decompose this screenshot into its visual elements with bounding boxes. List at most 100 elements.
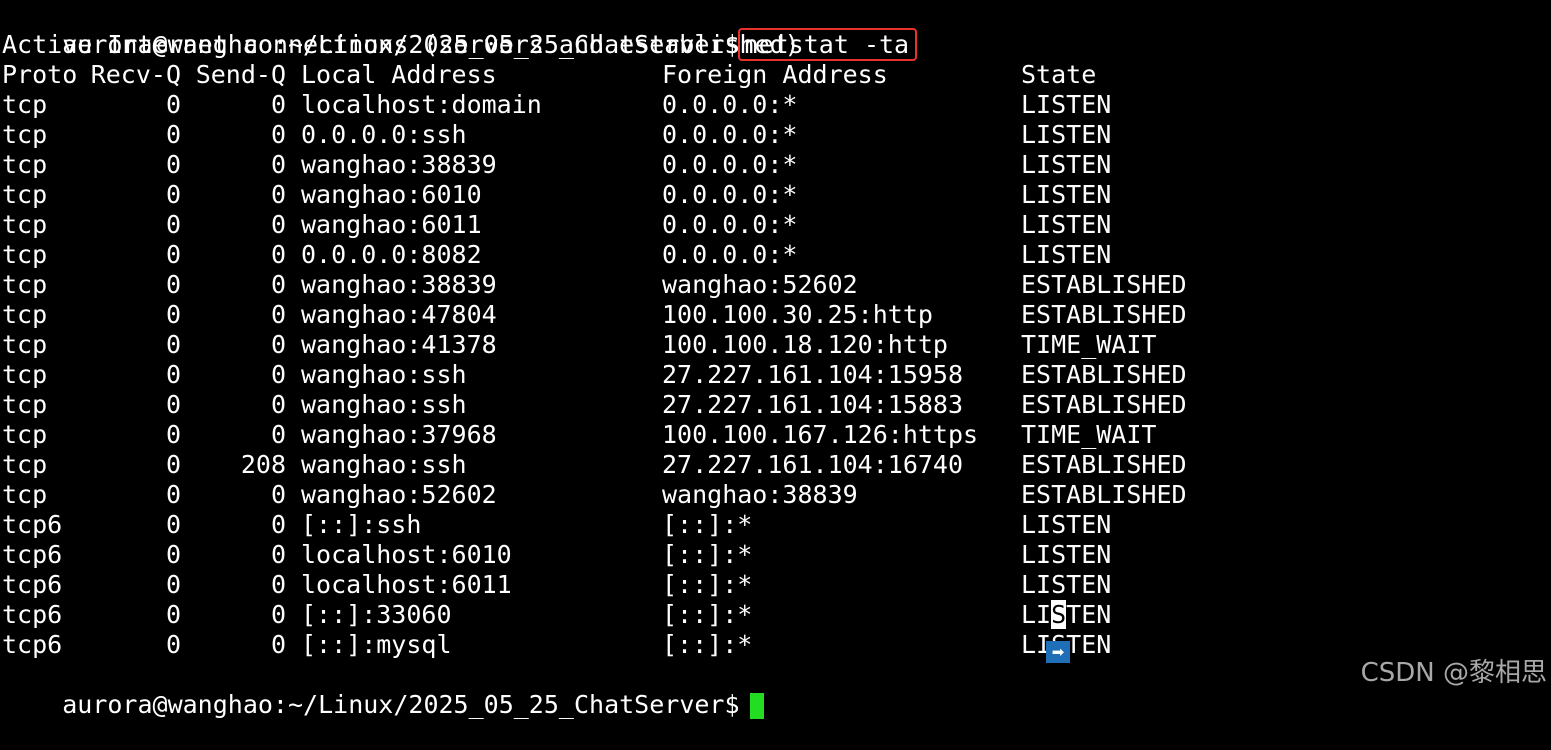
table-row: tcp 0 0 wanghao:38839 0.0.0.0:* LISTEN bbox=[2, 150, 1551, 180]
table-row: tcp6 0 0 [::]:33060 [::]:* LISTEN bbox=[2, 600, 1551, 630]
cell-foreign-address: [::]:* bbox=[662, 630, 753, 659]
cell-foreign-address: 27.227.161.104:16740 bbox=[662, 450, 964, 479]
cell-local-address: 0.0.0.0:ssh bbox=[301, 120, 467, 149]
cell-local-address: wanghao:37968 bbox=[301, 420, 497, 449]
cell-foreign-address: 0.0.0.0:* bbox=[662, 240, 798, 269]
cell-foreign-address: 0.0.0.0:* bbox=[662, 90, 798, 119]
cell-local-address: 0.0.0.0:8082 bbox=[301, 240, 482, 269]
table-row: tcp 0 0 wanghao:37968 100.100.167.126:https T… bbox=[2, 420, 1551, 450]
cell-local-address: wanghao:6010 bbox=[301, 180, 482, 209]
selected-character: S bbox=[1051, 600, 1067, 629]
csdn-watermark: CSDN @黎相思 bbox=[1360, 658, 1547, 688]
cell-foreign-address: 27.227.161.104:15883 bbox=[662, 390, 964, 419]
cell-send-q: 0 bbox=[270, 330, 286, 359]
cell-state: ESTABLISHED bbox=[1021, 480, 1187, 509]
cell-send-q: 0 bbox=[270, 180, 286, 209]
cell-state: LISTEN bbox=[1021, 510, 1112, 539]
cell-local-address: [::]:33060 bbox=[301, 600, 452, 629]
cell-send-q: 0 bbox=[270, 210, 286, 239]
cell-state: TIME_WAIT bbox=[1021, 420, 1157, 449]
cell-send-q: 0 bbox=[270, 90, 286, 119]
cell-foreign-address: [::]:* bbox=[662, 540, 753, 569]
table-row: tcp6 0 0 localhost:6011 [::]:* LISTEN bbox=[2, 570, 1551, 600]
table-row: tcp 0 0 localhost:domain 0.0.0.0:* LISTEN bbox=[2, 90, 1551, 120]
cell-send-q: 0 bbox=[270, 240, 286, 269]
cell-send-q: 0 bbox=[270, 600, 286, 629]
cell-state: LISTEN bbox=[1021, 540, 1112, 569]
cell-foreign-address: wanghao:52602 bbox=[662, 270, 858, 299]
cell-foreign-address: 100.100.167.126:https bbox=[662, 420, 979, 449]
cell-send-q: 0 bbox=[270, 300, 286, 329]
cell-local-address: localhost:6010 bbox=[301, 540, 512, 569]
table-row: tcp 0 0 wanghao:47804 100.100.30.25:http ESTA… bbox=[2, 300, 1551, 330]
shell-prompt: aurora@wanghao:~/Linux/2025_05_25_ChatSe… bbox=[62, 690, 740, 719]
cell-send-q: 208 bbox=[240, 450, 286, 479]
table-row: tcp 0 0 0.0.0.0:ssh 0.0.0.0:* LISTEN bbox=[2, 120, 1551, 150]
state-text-before-selection: LI bbox=[1021, 600, 1052, 629]
cell-local-address: wanghao:ssh bbox=[301, 360, 467, 389]
scroll-to-bottom-icon[interactable]: ➡ bbox=[1046, 641, 1070, 663]
cell-foreign-address: 27.227.161.104:15958 bbox=[662, 360, 964, 389]
cell-state: LISTEN bbox=[1021, 90, 1112, 119]
cell-send-q: 0 bbox=[270, 540, 286, 569]
cell-state: ESTABLISHED bbox=[1021, 390, 1187, 419]
cell-state: LISTEN bbox=[1021, 240, 1112, 269]
next-prompt-line: aurora@wanghao:~/Linux/2025_05_25_ChatSe… bbox=[2, 660, 1551, 719]
output-header-line: Active Internet connections (servers and… bbox=[2, 30, 800, 59]
cell-state: ESTABLISHED bbox=[1021, 300, 1187, 329]
cell-send-q: 0 bbox=[270, 120, 286, 149]
table-row: tcp 0 0 wanghao:38839 wanghao:52602 ESTABLISH… bbox=[2, 270, 1551, 300]
cell-foreign-address: 100.100.18.120:http bbox=[662, 330, 948, 359]
cell-send-q: 0 bbox=[270, 360, 286, 389]
cell-send-q: 0 bbox=[270, 630, 286, 659]
table-header-row: Proto Recv-Q Send-Q Local Address Foreig… bbox=[2, 60, 1551, 90]
cell-local-address: wanghao:38839 bbox=[301, 150, 497, 179]
connection-table: tcp 0 0 localhost:domain 0.0.0.0:* LISTEN tcp 0… bbox=[2, 90, 1551, 660]
table-row: tcp 0 0 wanghao:ssh 27.227.161.104:15958 ESTA… bbox=[2, 360, 1551, 390]
cell-local-address: wanghao:52602 bbox=[301, 480, 497, 509]
cell-foreign-address: [::]:* bbox=[662, 570, 753, 599]
cell-send-q: 0 bbox=[270, 570, 286, 599]
table-row: tcp 0 0 wanghao:6010 0.0.0.0:* LISTEN bbox=[2, 180, 1551, 210]
cell-state: ESTABLISHED bbox=[1021, 360, 1187, 389]
cell-foreign-address: wanghao:38839 bbox=[662, 480, 858, 509]
cell-state: LISTEN bbox=[1021, 150, 1112, 179]
table-row: tcp600[::]:mysql[::]:*LISTEN bbox=[2, 630, 1551, 660]
command-line: aurora@wanghao:~/Linux/2025_05_25_ChatSe… bbox=[2, 0, 1551, 61]
table-row: tcp 0 0 wanghao:52602 wanghao:38839 ESTABLISH… bbox=[2, 480, 1551, 510]
cell-state: LISTEN bbox=[1021, 180, 1112, 209]
cell-local-address: wanghao:6011 bbox=[301, 210, 482, 239]
cell-send-q: 0 bbox=[270, 480, 286, 509]
cell-local-address: [::]:ssh bbox=[301, 510, 422, 539]
table-row: tcp 0 0 wanghao:41378 100.100.18.120:http TIM… bbox=[2, 330, 1551, 360]
cell-foreign-address: 0.0.0.0:* bbox=[662, 210, 798, 239]
cell-foreign-address: [::]:* bbox=[662, 600, 753, 629]
state-text-after-selection: TEN bbox=[1066, 600, 1112, 629]
column-header-send-q: Send-Q bbox=[195, 60, 286, 89]
column-header-local-address: Local Address bbox=[301, 60, 497, 89]
table-row: tcp 0 208 wanghao:ssh 27.227.161.104:16740 ES… bbox=[2, 450, 1551, 480]
cell-state: LISTEN bbox=[1021, 210, 1112, 239]
table-row: tcp6 0 0 [::]:ssh [::]:* LISTEN bbox=[2, 510, 1551, 540]
cell-local-address: wanghao:ssh bbox=[301, 390, 467, 419]
cell-local-address: localhost:domain bbox=[301, 90, 542, 119]
cell-state: TIME_WAIT bbox=[1021, 330, 1157, 359]
column-header-foreign-address: Foreign Address bbox=[662, 60, 888, 89]
table-row: tcp 0 0 wanghao:6011 0.0.0.0:* LISTEN bbox=[2, 210, 1551, 240]
cell-local-address: wanghao:ssh bbox=[301, 450, 467, 479]
cell-send-q: 0 bbox=[270, 270, 286, 299]
cell-state: LISTEN bbox=[1021, 120, 1112, 149]
terminal-window[interactable]: aurora@wanghao:~/Linux/2025_05_25_ChatSe… bbox=[2, 0, 1551, 719]
cell-state: ESTABLISHED bbox=[1021, 450, 1187, 479]
table-row: tcp 0 0 wanghao:ssh 27.227.161.104:15883 ESTA… bbox=[2, 390, 1551, 420]
terminal-cursor bbox=[749, 693, 764, 719]
column-header-state: State bbox=[1021, 60, 1097, 89]
cell-foreign-address: 0.0.0.0:* bbox=[662, 180, 798, 209]
table-row: tcp 0 0 0.0.0.0:8082 0.0.0.0:* LISTEN bbox=[2, 240, 1551, 270]
cell-local-address: wanghao:41378 bbox=[301, 330, 497, 359]
cell-local-address: [::]:mysql bbox=[301, 630, 452, 659]
cell-local-address: wanghao:47804 bbox=[301, 300, 497, 329]
cell-send-q: 0 bbox=[270, 510, 286, 539]
cell-state: ESTABLISHED bbox=[1021, 270, 1187, 299]
cell-state: LISTEN bbox=[1021, 570, 1112, 599]
